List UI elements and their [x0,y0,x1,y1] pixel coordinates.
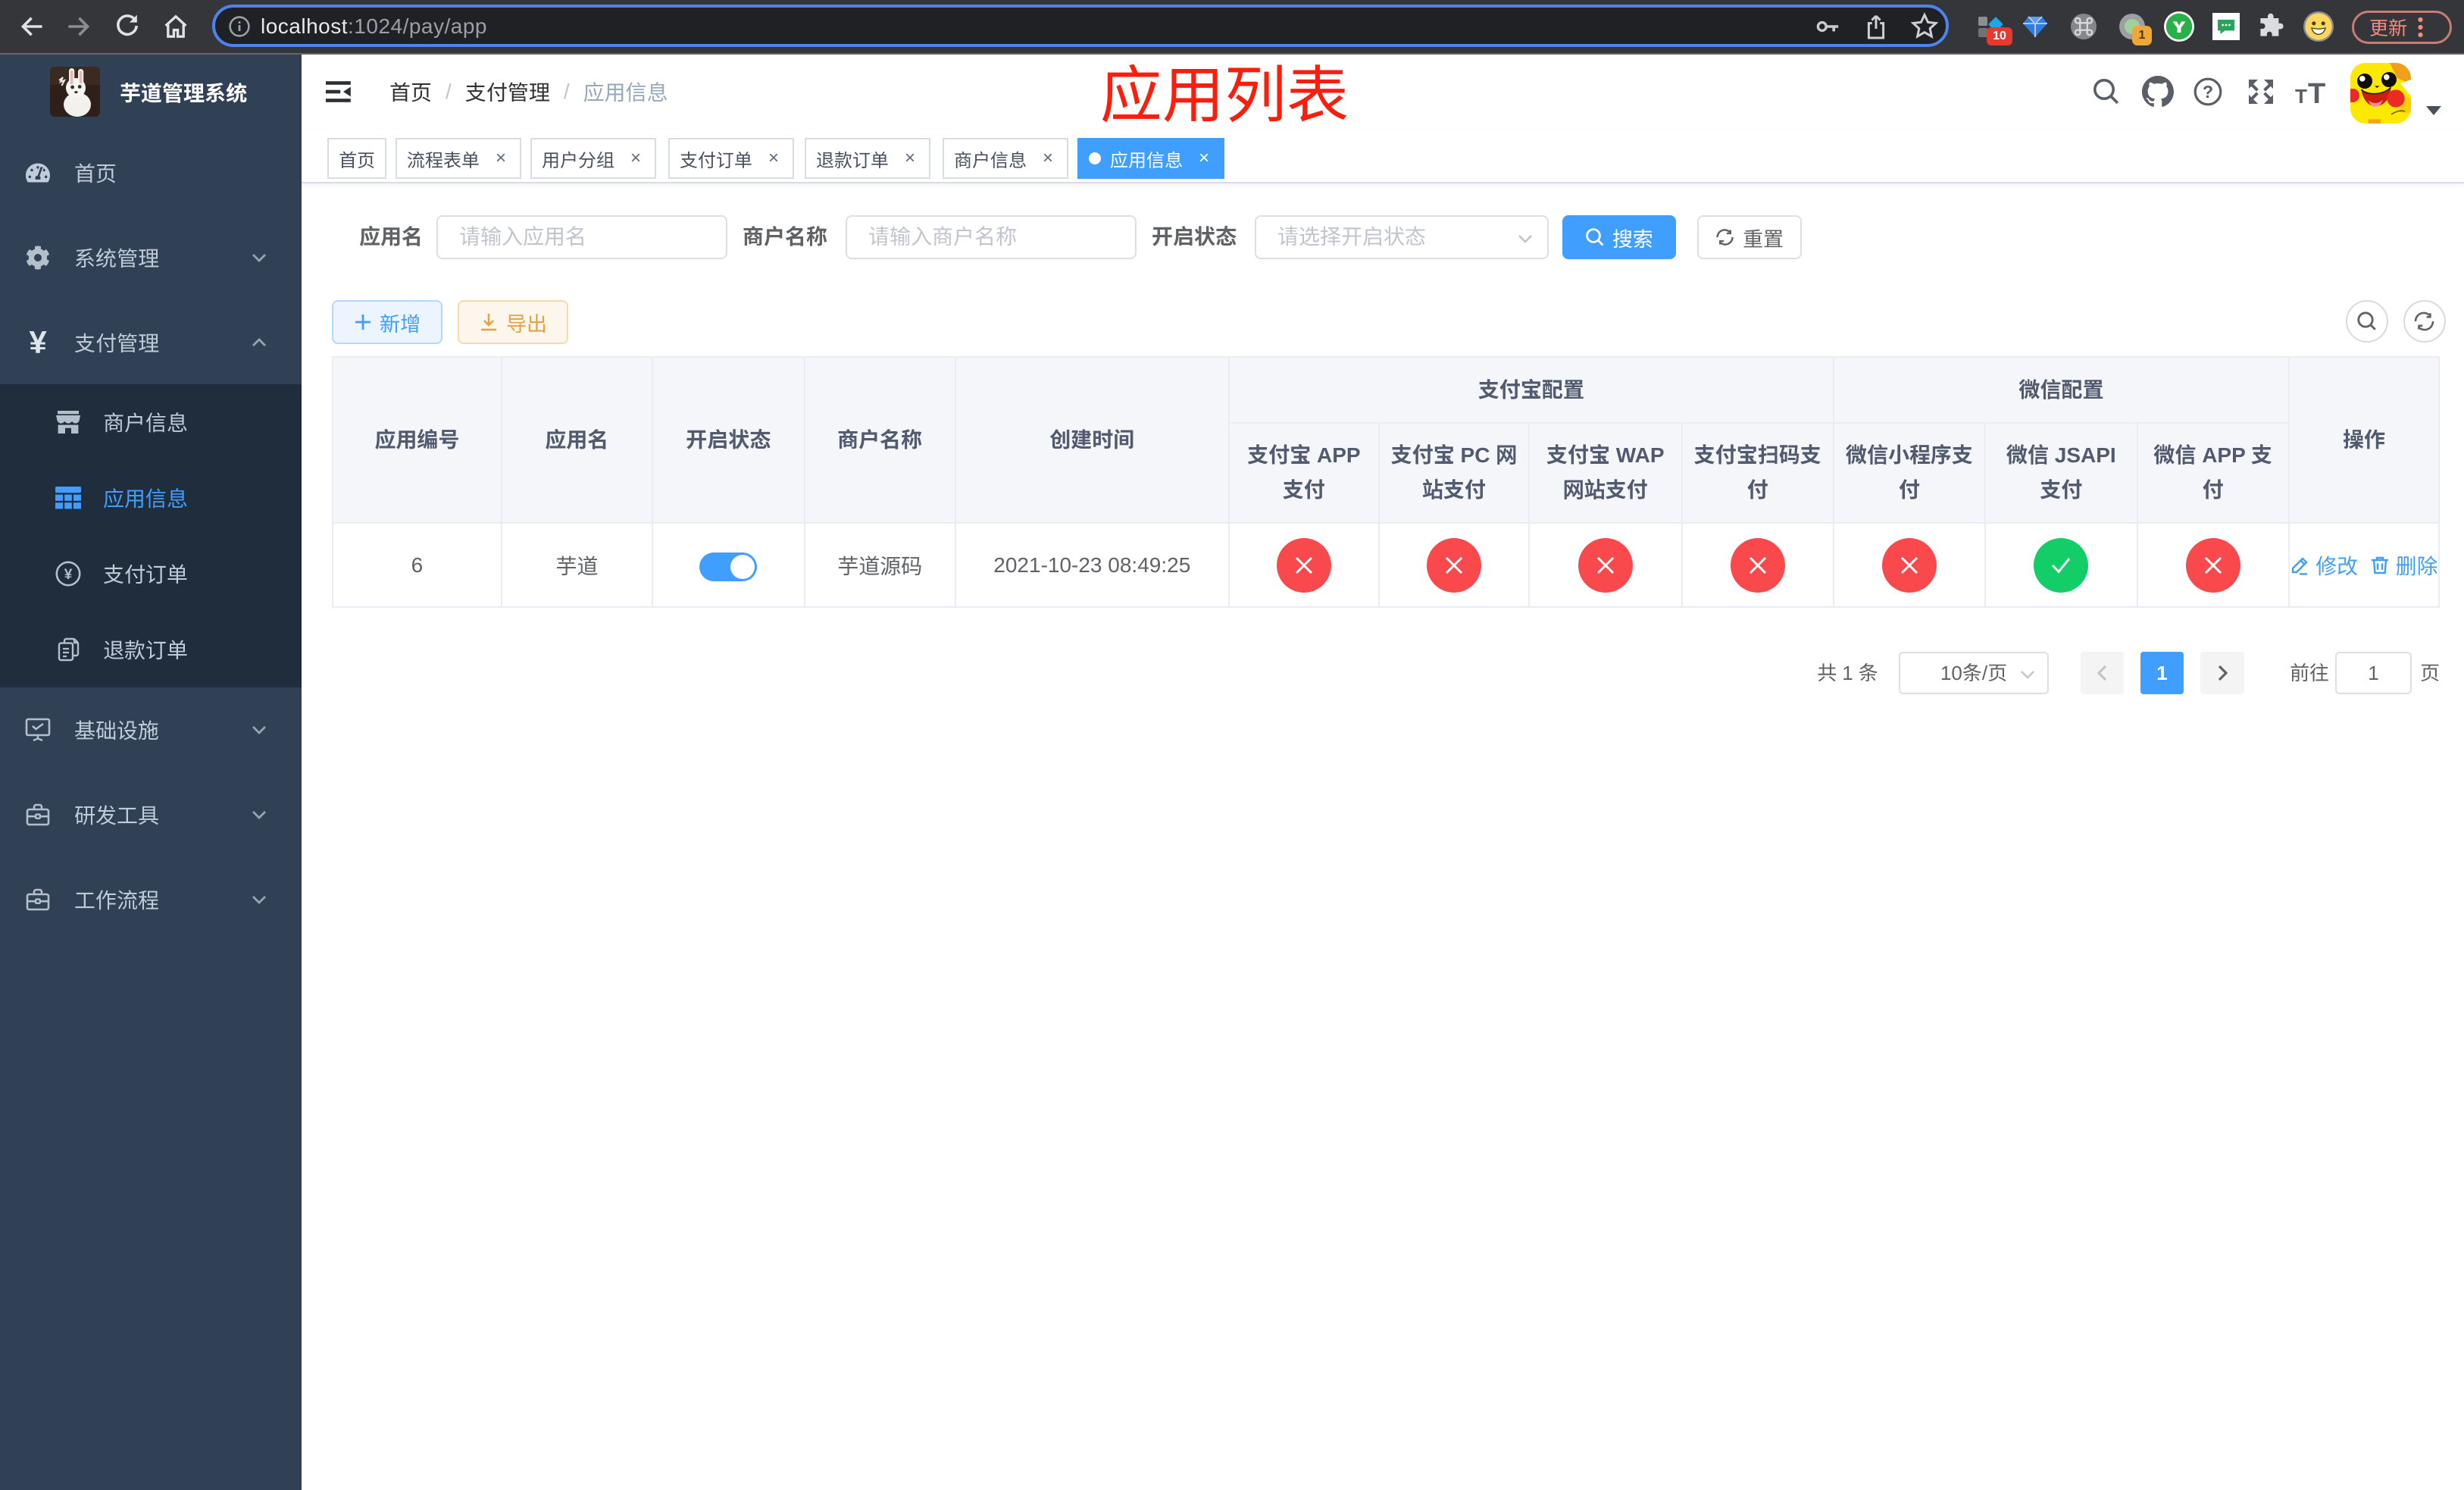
svg-text:T: T [2295,85,2307,106]
svg-text:?: ? [2203,82,2213,102]
svg-text:T: T [2308,78,2325,106]
svg-text:¥: ¥ [64,567,73,583]
